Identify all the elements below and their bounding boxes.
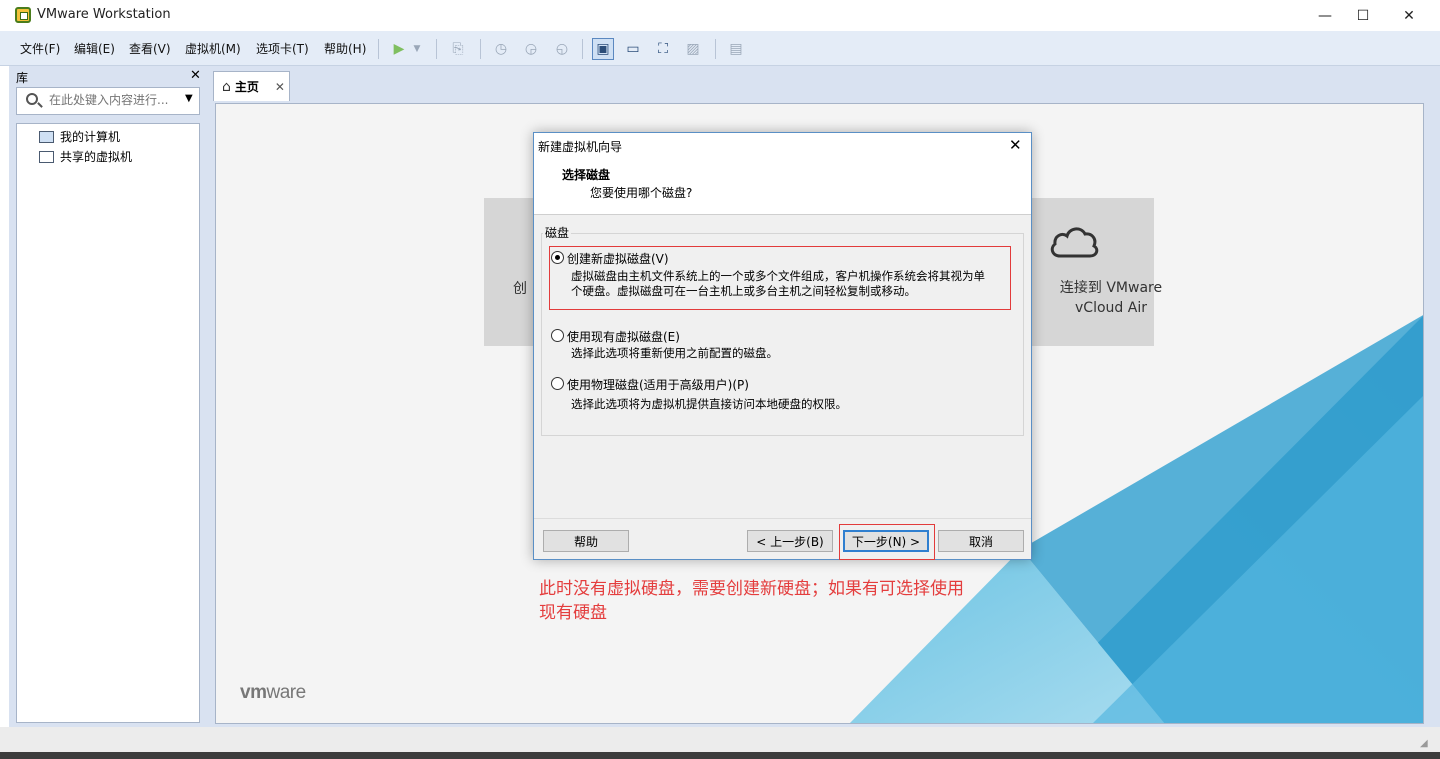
vmware-logo: vmware xyxy=(240,682,306,704)
view-console-icon[interactable]: ▭ xyxy=(622,38,644,60)
library-title: 库 xyxy=(16,71,29,85)
tab-home[interactable]: ⌂ 主页 ✕ xyxy=(213,71,290,101)
logo-ware: ware xyxy=(266,682,306,703)
tab-label: 主页 xyxy=(234,80,259,94)
dialog-heading: 选择磁盘 xyxy=(562,168,611,182)
option-physical-disk-desc: 选择此选项将为虚拟机提供直接访问本地硬盘的权限。 xyxy=(571,397,847,411)
annotation-note: 此时没有虚拟硬盘，需要创建新硬盘；如果有可选择使用 现有硬盘 xyxy=(539,577,1019,625)
highlight-box-next xyxy=(839,524,935,560)
vcloud-label-line-2: vCloud Air xyxy=(1075,300,1147,316)
snapshot-revert-icon[interactable]: ◶ xyxy=(520,38,542,60)
library-search[interactable]: ▼ xyxy=(16,87,200,115)
new-vm-wizard-dialog: 新建虚拟机向导 ✕ 选择磁盘 您要使用哪个磁盘? 磁盘 创建新虚拟磁盘(V) 虚… xyxy=(533,132,1032,560)
menu-help[interactable]: 帮助(H) xyxy=(324,40,366,57)
chevron-down-icon[interactable]: ▼ xyxy=(185,93,193,104)
toolbar-separator xyxy=(436,39,437,59)
tab-close-icon[interactable]: ✕ xyxy=(275,80,285,94)
home-card-create-label: 创 xyxy=(513,281,527,297)
taskbar-strip xyxy=(0,752,1440,759)
dialog-close-icon[interactable]: ✕ xyxy=(1009,136,1022,154)
tree-item-shared-vms[interactable]: 共享的虚拟机 xyxy=(39,148,132,165)
dialog-subheading: 您要使用哪个磁盘? xyxy=(590,186,693,200)
menu-view[interactable]: 查看(V) xyxy=(129,40,171,57)
tree-item-label: 共享的虚拟机 xyxy=(60,150,133,164)
home-card-vcloud-label: 连接到 VMware vCloud Air xyxy=(1036,278,1186,318)
network-icon[interactable]: ⎘ xyxy=(447,38,469,60)
library-close-icon[interactable]: ✕ xyxy=(190,68,201,83)
radio-existing-disk[interactable] xyxy=(551,329,564,342)
library-tree: 我的计算机 共享的虚拟机 xyxy=(16,123,200,723)
option-physical-disk-label[interactable]: 使用物理磁盘(适用于高级用户)(P) xyxy=(567,376,749,393)
dropdown-icon[interactable]: ▼ xyxy=(410,38,424,60)
play-icon[interactable]: ▶ xyxy=(388,38,410,60)
annotation-line-2: 现有硬盘 xyxy=(539,603,607,623)
option-existing-disk-label[interactable]: 使用现有虚拟磁盘(E) xyxy=(567,328,680,345)
toolbar-separator xyxy=(378,39,379,59)
unity-icon[interactable]: ▨ xyxy=(682,38,704,60)
view-library-icon[interactable]: ▣ xyxy=(592,38,614,60)
cloud-icon xyxy=(1050,227,1099,258)
title-bar: VMware Workstation — ☐ ✕ xyxy=(0,0,1440,31)
help-button[interactable]: 帮助 xyxy=(543,530,629,552)
menu-toolbar: 文件(F) 编辑(E) 查看(V) 虚拟机(M) 选项卡(T) 帮助(H) ▶ … xyxy=(0,31,1440,66)
option-create-new-disk-label[interactable]: 创建新虚拟磁盘(V) xyxy=(567,250,669,267)
tree-item-label: 我的计算机 xyxy=(60,130,121,144)
shared-vm-icon xyxy=(39,150,54,163)
radio-physical-disk[interactable] xyxy=(551,377,564,390)
toolbar-separator xyxy=(582,39,583,59)
vmware-app-icon xyxy=(15,7,31,23)
menu-edit[interactable]: 编辑(E) xyxy=(74,40,115,57)
snapshot-manager-icon[interactable]: ◵ xyxy=(551,38,573,60)
disk-group-label: 磁盘 xyxy=(543,224,572,241)
dialog-footer-divider xyxy=(534,518,1031,519)
maximize-button[interactable]: ☐ xyxy=(1340,0,1386,31)
thumbnail-icon[interactable]: ▤ xyxy=(725,38,747,60)
library-search-input[interactable] xyxy=(49,93,179,107)
computer-icon xyxy=(39,130,54,143)
radio-create-new-disk[interactable] xyxy=(551,251,564,264)
menu-vm[interactable]: 虚拟机(M) xyxy=(185,40,241,57)
library-panel: 库 ✕ ▼ 我的计算机 共享的虚拟机 xyxy=(9,66,209,727)
tree-item-my-computer[interactable]: 我的计算机 xyxy=(39,128,120,145)
cancel-button[interactable]: 取消 xyxy=(938,530,1024,552)
option-existing-disk-desc: 选择此选项将重新使用之前配置的磁盘。 xyxy=(571,346,778,360)
logo-vm: vm xyxy=(240,682,267,703)
option-create-new-disk-desc-1: 虚拟磁盘由主机文件系统上的一个或多个文件组成，客户机操作系统会将其视为单 xyxy=(571,269,985,283)
toolbar-separator xyxy=(480,39,481,59)
dialog-title: 新建虚拟机向导 xyxy=(538,140,623,154)
back-button[interactable]: < 上一步(B) xyxy=(747,530,833,552)
close-window-button[interactable]: ✕ xyxy=(1386,0,1432,31)
fullscreen-icon[interactable]: ⛶ xyxy=(652,38,674,60)
resize-grip-icon[interactable]: ◢ xyxy=(1420,738,1434,750)
dialog-header: 新建虚拟机向导 ✕ 选择磁盘 您要使用哪个磁盘? xyxy=(534,133,1031,215)
annotation-line-1: 此时没有虚拟硬盘，需要创建新硬盘；如果有可选择使用 xyxy=(539,579,964,599)
vcloud-label-line-1: 连接到 VMware xyxy=(1059,280,1163,296)
snapshot-take-icon[interactable]: ◷ xyxy=(490,38,512,60)
toolbar-separator xyxy=(715,39,716,59)
menu-tabs[interactable]: 选项卡(T) xyxy=(256,40,309,57)
option-create-new-disk-desc-2: 个硬盘。虚拟磁盘可在一台主机上或多台主机之间轻松复制或移动。 xyxy=(571,284,916,298)
home-icon: ⌂ xyxy=(222,78,231,95)
window-title: VMware Workstation xyxy=(37,7,171,22)
search-icon xyxy=(26,93,38,105)
menu-file[interactable]: 文件(F) xyxy=(20,40,60,57)
